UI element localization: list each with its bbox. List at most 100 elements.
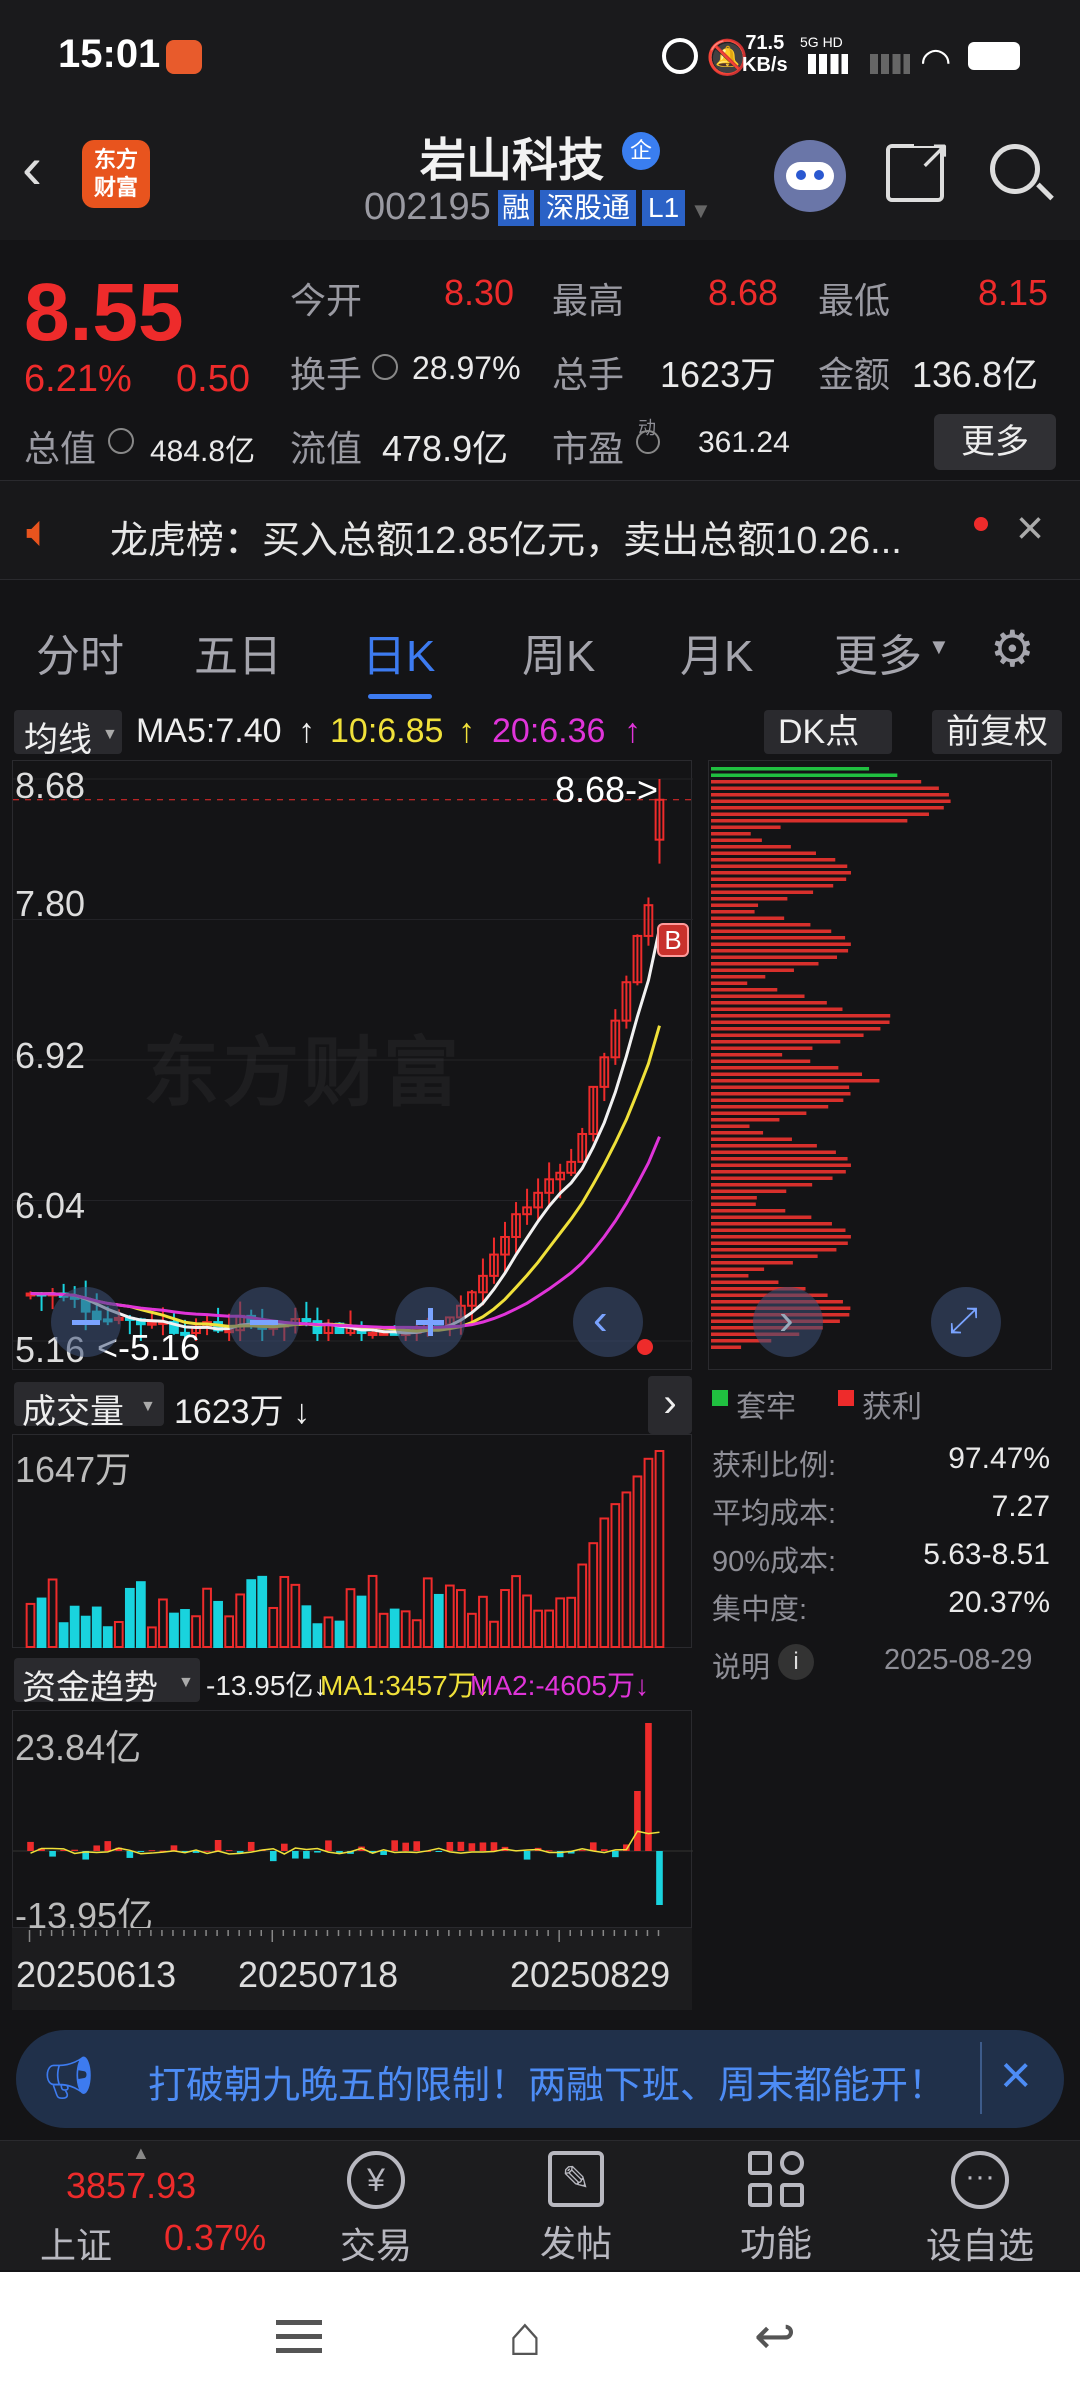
change-percent: 6.21% xyxy=(24,358,132,400)
notice-bar[interactable]: 🔈︎ 龙虎榜：买入总额12.85亿元，卖出总额10.26... × xyxy=(0,480,1080,580)
scroll-left-button[interactable]: ‹ xyxy=(573,1287,643,1357)
chip-row-value: 5.63-8.51 xyxy=(923,1538,1050,1571)
index-percent[interactable]: 0.37% xyxy=(164,2217,266,2259)
fund-bar xyxy=(225,1850,233,1852)
ma-selector[interactable]: 均线 ▼ xyxy=(14,710,122,759)
promo-banner[interactable]: 📢︎ 打破朝九晚五的限制！两融下班、周末都能开！ × xyxy=(16,2030,1064,2128)
chip-bar xyxy=(711,838,762,842)
chip-bar xyxy=(711,812,929,816)
volume-bar xyxy=(235,1593,246,1648)
wifi-icon: ◠ xyxy=(920,40,952,81)
volume-bar xyxy=(345,1588,356,1648)
index-name[interactable]: 上证 xyxy=(40,2217,112,2269)
volume-bar xyxy=(411,1619,422,1648)
pe-value: 361.24 xyxy=(698,426,790,459)
fund-bar xyxy=(380,1851,387,1855)
volume-bar xyxy=(467,1612,477,1648)
chip-distribution[interactable]: › ⤢ xyxy=(708,760,1052,1370)
search-icon[interactable] xyxy=(990,144,1054,201)
fund-bar xyxy=(247,1841,255,1851)
nav-watchlist[interactable]: ··· 设自选 xyxy=(920,2151,1040,2269)
fund-bar xyxy=(137,1851,145,1852)
info-icon[interactable]: i xyxy=(778,1644,814,1680)
chip-row-value: 7.27 xyxy=(991,1490,1050,1523)
stock-header: ‹ 东方 财富 岩山科技 企 002195 融 深股通 L1 ▼ ↗ xyxy=(0,110,1080,240)
kline-chart[interactable]: 东方财富 8.68 7.80 6.92 6.04 5.16 8.68-> <-5… xyxy=(12,760,693,1370)
share-icon[interactable]: ↗ xyxy=(886,133,952,202)
tab-daily-k[interactable]: 日K xyxy=(362,620,435,684)
back-icon[interactable]: ↩ xyxy=(754,2308,796,2364)
menu-icon[interactable] xyxy=(276,2316,322,2356)
gear-icon[interactable]: ⚙ xyxy=(990,620,1035,678)
fund-bar xyxy=(269,1851,277,1862)
unread-dot xyxy=(974,517,988,531)
quote-panel: 8.55 6.21% 0.50 今开 8.30 最高 8.68 最低 8.15 … xyxy=(0,240,1080,480)
open-label: 今开 xyxy=(290,280,363,321)
info-icon[interactable] xyxy=(372,354,398,380)
fund-selector[interactable]: 资金趋势 ▼ xyxy=(14,1658,200,1707)
volume-bar xyxy=(489,1620,499,1648)
date-label: 20250718 xyxy=(238,1954,399,1995)
chip-bar xyxy=(711,994,805,998)
assistant-robot-icon[interactable] xyxy=(774,140,846,212)
volume-chart[interactable]: 1647万 xyxy=(12,1434,692,1649)
tab-monthly-k[interactable]: 月K xyxy=(680,620,753,684)
info-icon[interactable] xyxy=(108,428,134,454)
fund-chart[interactable]: 23.84亿 -13.95亿 xyxy=(12,1710,693,1936)
chip-bar xyxy=(711,1007,843,1011)
tab-intraday[interactable]: 分时 xyxy=(36,620,124,684)
kline-candle xyxy=(147,1321,157,1326)
fund-bar xyxy=(49,1851,56,1857)
fund-bar xyxy=(93,1845,101,1851)
chip-bar xyxy=(711,773,898,777)
volume-bar xyxy=(279,1575,290,1648)
buy-point-marker[interactable]: B xyxy=(657,923,689,957)
close-icon[interactable]: × xyxy=(1000,2044,1032,2106)
chip-row-label: 90%成本: xyxy=(712,1546,837,1578)
volume-bar xyxy=(124,1587,135,1648)
float-label: 流值 xyxy=(290,428,363,469)
chip-bar xyxy=(711,806,944,810)
scroll-right-button[interactable]: › xyxy=(753,1287,823,1357)
back-arrow-icon[interactable]: ‹ xyxy=(22,138,42,198)
chip-bar xyxy=(711,799,951,803)
date-ticks xyxy=(28,1930,660,1942)
index-value[interactable]: 3857.93 xyxy=(66,2165,196,2207)
dk-point-button[interactable]: DK点 xyxy=(764,710,892,754)
info-icon[interactable] xyxy=(636,430,660,454)
enterprise-badge: 企 xyxy=(622,132,660,170)
chevron-down-icon[interactable]: ▼ xyxy=(690,198,712,224)
volume-bar xyxy=(169,1612,179,1648)
chip-bar xyxy=(711,1183,813,1187)
ma10-value: 10:6.85 xyxy=(330,712,444,750)
ma10-arrow: ↑ xyxy=(458,712,475,750)
price-adjust-button[interactable]: 前复权 xyxy=(932,710,1062,754)
tab-five-day[interactable]: 五日 xyxy=(194,620,282,684)
ma20-arrow: ↑ xyxy=(624,712,641,750)
zoom-in-button[interactable] xyxy=(395,1287,465,1357)
nav-trade[interactable]: ¥ 交易 xyxy=(316,2151,436,2269)
chip-bar xyxy=(711,825,781,829)
zoom-out-2-button[interactable] xyxy=(229,1287,299,1357)
expand-right-button[interactable]: › xyxy=(648,1376,692,1434)
chip-bar xyxy=(711,1157,848,1161)
fund-bar xyxy=(402,1842,409,1851)
expand-icon[interactable]: ⤢ xyxy=(931,1287,1001,1357)
volume-selector[interactable]: 成交量 ▼ xyxy=(14,1382,164,1431)
banner-text[interactable]: 打破朝九晚五的限制！两融下班、周末都能开！ xyxy=(148,2054,946,2109)
more-button[interactable]: 更多 xyxy=(934,414,1056,470)
tab-weekly-k[interactable]: 周K xyxy=(522,620,595,684)
yuan-icon: ¥ xyxy=(347,2151,405,2209)
chevron-down-icon: ▼ xyxy=(140,1398,156,1415)
nav-post[interactable]: ✎ 发帖 xyxy=(516,2151,636,2267)
nav-label: 交易 xyxy=(339,2225,412,2266)
zoom-out-button[interactable] xyxy=(51,1287,121,1357)
fund-bar xyxy=(126,1851,134,1858)
notice-text[interactable]: 龙虎榜：买入总额12.85亿元，卖出总额10.26... xyxy=(110,509,902,564)
close-icon[interactable]: × xyxy=(1016,501,1044,556)
tab-more[interactable]: 更多 xyxy=(834,620,922,684)
ma5-arrow: ↑ xyxy=(298,712,315,750)
chip-bar xyxy=(711,1241,848,1245)
nav-functions[interactable]: 功能 xyxy=(716,2151,836,2267)
home-icon[interactable]: ⌂ xyxy=(508,2308,542,2364)
